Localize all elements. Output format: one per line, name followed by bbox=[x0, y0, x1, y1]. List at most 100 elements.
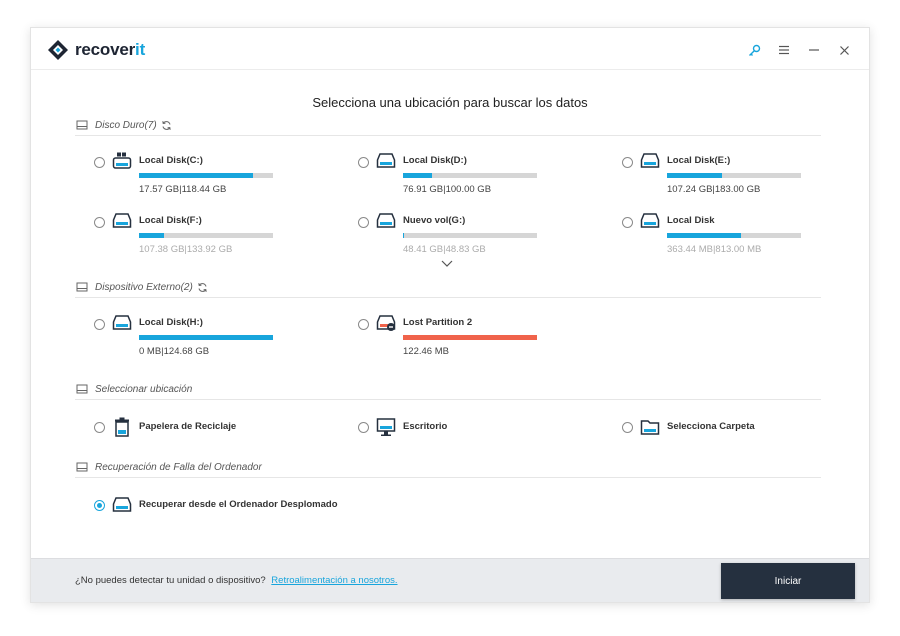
section-label: Dispositivo Externo(2) bbox=[95, 281, 193, 293]
location-name: Escritorio bbox=[403, 421, 448, 432]
recycle-bin-icon bbox=[115, 417, 129, 437]
menu-icon bbox=[779, 45, 789, 55]
crash-recovery-label: Recuperar desde el Ordenador Desplomado bbox=[139, 499, 338, 510]
location-radio[interactable] bbox=[358, 421, 369, 433]
drive-item-local[interactable]: Local Disk 363.44 MB|813.00 MB bbox=[622, 212, 801, 255]
crash-recovery-radio[interactable] bbox=[94, 499, 105, 511]
drive-icon bbox=[640, 213, 660, 228]
usage-bar bbox=[667, 233, 801, 238]
drive-name: Lost Partition 2 bbox=[403, 317, 473, 328]
section-header-crash: Recuperación de Falla del Ordenador bbox=[75, 461, 262, 473]
drive-radio[interactable] bbox=[358, 217, 369, 228]
usage-bar bbox=[139, 173, 273, 178]
drive-item-c[interactable]: Local Disk(C:) 17.57 GB|118.44 GB bbox=[94, 152, 273, 195]
drive-size: 48.41 GB|48.83 GB bbox=[403, 244, 486, 255]
drive-icon bbox=[112, 497, 132, 512]
drive-radio[interactable] bbox=[94, 319, 105, 330]
drive-size: 107.24 GB|183.00 GB bbox=[667, 184, 761, 195]
app-window: recoverit Selecciona una ubicación para … bbox=[30, 27, 870, 603]
drive-radio[interactable] bbox=[94, 217, 105, 228]
location-radio[interactable] bbox=[94, 421, 105, 433]
drive-name: Local Disk(D:) bbox=[403, 155, 467, 166]
drive-name: Local Disk(E:) bbox=[667, 155, 731, 166]
section-label: Recuperación de Falla del Ordenador bbox=[95, 461, 262, 473]
refresh-icon[interactable] bbox=[197, 282, 208, 293]
section-divider bbox=[75, 297, 821, 298]
location-desktop[interactable]: Escritorio bbox=[358, 417, 447, 437]
drive-name: Local Disk(H:) bbox=[139, 317, 203, 328]
drive-size: 122.46 MB bbox=[403, 346, 449, 357]
menu-button[interactable] bbox=[769, 40, 799, 60]
expand-chevron-down-icon[interactable] bbox=[441, 260, 453, 268]
refresh-icon[interactable] bbox=[161, 120, 172, 131]
hard-disk-icon bbox=[76, 120, 88, 130]
drive-radio[interactable] bbox=[622, 157, 633, 168]
drive-size: 76.91 GB|100.00 GB bbox=[403, 184, 492, 195]
footer-bar: ¿No puedes detectar tu unidad o disposit… bbox=[31, 558, 869, 602]
usage-bar bbox=[139, 233, 273, 238]
location-name: Selecciona Carpeta bbox=[667, 421, 755, 432]
drive-size: 107.38 GB|133.92 GB bbox=[139, 244, 233, 255]
drive-radio[interactable] bbox=[358, 319, 369, 330]
external-drive-icon bbox=[76, 282, 88, 292]
feedback-link[interactable]: Retroalimentación a nosotros. bbox=[271, 575, 397, 586]
minimize-button[interactable] bbox=[799, 40, 829, 60]
start-button[interactable]: Iniciar bbox=[721, 563, 855, 599]
windows-drive-icon bbox=[112, 152, 132, 169]
drive-name: Local Disk(C:) bbox=[139, 155, 203, 166]
section-header-external: Dispositivo Externo(2) bbox=[75, 281, 208, 293]
footer-question: ¿No puedes detectar tu unidad o disposit… bbox=[75, 575, 266, 586]
drive-icon bbox=[376, 153, 396, 168]
location-radio[interactable] bbox=[622, 421, 633, 433]
app-logo: recoverit bbox=[47, 39, 145, 61]
drive-size: 17.57 GB|118.44 GB bbox=[139, 184, 227, 195]
usage-bar bbox=[139, 335, 273, 340]
location-folder[interactable]: Selecciona Carpeta bbox=[622, 417, 755, 437]
title-bar: recoverit bbox=[31, 28, 869, 70]
section-divider bbox=[75, 135, 821, 136]
drive-item-f[interactable]: Local Disk(F:) 107.38 GB|133.92 GB bbox=[94, 212, 273, 255]
lost-partition-icon bbox=[376, 315, 396, 331]
close-button[interactable] bbox=[829, 40, 859, 60]
page-title: Selecciona una ubicación para buscar los… bbox=[312, 95, 588, 110]
recoverit-logo-icon bbox=[48, 40, 68, 60]
usage-bar bbox=[403, 233, 537, 238]
section-label: Disco Duro(7) bbox=[95, 119, 157, 131]
drive-item-g[interactable]: Nuevo vol(G:) 48.41 GB|48.83 GB bbox=[358, 212, 537, 255]
lost-partition-item[interactable]: Lost Partition 2 122.46 MB bbox=[358, 314, 537, 357]
drive-size: 0 MB|124.68 GB bbox=[139, 346, 210, 357]
usage-bar bbox=[403, 335, 537, 340]
drive-item-e[interactable]: Local Disk(E:) 107.24 GB|183.00 GB bbox=[622, 152, 801, 195]
drive-name: Nuevo vol(G:) bbox=[403, 215, 466, 226]
usage-bar bbox=[403, 173, 537, 178]
section-divider bbox=[75, 399, 821, 400]
usage-bar bbox=[667, 173, 801, 178]
drive-item-d[interactable]: Local Disk(D:) 76.91 GB|100.00 GB bbox=[358, 152, 537, 195]
drive-icon bbox=[112, 315, 132, 330]
minimize-icon bbox=[809, 49, 819, 51]
section-header-hard-disk: Disco Duro(7) bbox=[75, 119, 172, 131]
drive-radio[interactable] bbox=[622, 217, 633, 228]
section-label: Seleccionar ubicación bbox=[95, 383, 193, 395]
drive-radio[interactable] bbox=[94, 157, 105, 168]
section-header-location: Seleccionar ubicación bbox=[75, 383, 192, 395]
crash-recovery-icon bbox=[76, 462, 88, 472]
location-icon bbox=[76, 384, 88, 394]
key-icon bbox=[748, 44, 760, 56]
drive-item-h[interactable]: Local Disk(H:) 0 MB|124.68 GB bbox=[94, 314, 273, 357]
location-recycle-bin[interactable]: Papelera de Reciclaje bbox=[94, 417, 236, 437]
key-button[interactable] bbox=[739, 40, 769, 60]
drive-radio[interactable] bbox=[358, 157, 369, 168]
app-name: recoverit bbox=[75, 40, 146, 59]
close-icon bbox=[839, 45, 849, 55]
drive-icon bbox=[640, 153, 660, 168]
location-name: Papelera de Reciclaje bbox=[139, 421, 237, 432]
desktop-icon bbox=[376, 418, 396, 436]
footer-help: ¿No puedes detectar tu unidad o disposit… bbox=[75, 575, 398, 586]
drive-name: Local Disk(F:) bbox=[139, 215, 202, 226]
drive-icon bbox=[112, 213, 132, 228]
section-divider bbox=[75, 477, 821, 478]
drive-icon bbox=[376, 213, 396, 228]
crash-recovery-option[interactable]: Recuperar desde el Ordenador Desplomado bbox=[94, 496, 338, 514]
drive-name: Local Disk bbox=[667, 215, 715, 226]
